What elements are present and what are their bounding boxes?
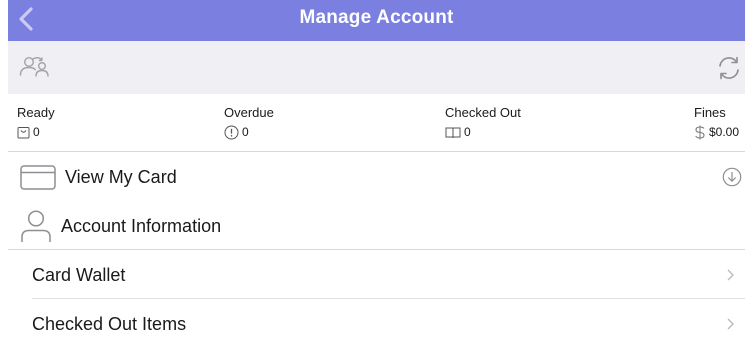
bag-icon — [17, 126, 30, 138]
account-information-row[interactable]: Account Information — [8, 201, 745, 250]
chevron-right-icon — [727, 269, 734, 281]
alert-circle-icon — [224, 125, 239, 139]
page-title: Manage Account — [299, 7, 454, 28]
checked-out-items-label: Checked Out Items — [32, 314, 187, 334]
account-toolbar — [8, 41, 745, 94]
stat-fines-value: $0.00 — [709, 125, 740, 139]
chevron-right-icon — [727, 318, 734, 330]
arrow-down-circle-icon[interactable] — [722, 167, 742, 187]
stat-ready-value: 0 — [33, 125, 40, 139]
stat-ready[interactable]: Ready 0 — [17, 105, 55, 140]
nav-header: Manage Account — [8, 0, 745, 41]
stat-ready-label: Ready — [17, 105, 55, 120]
stat-checked-out-label: Checked Out — [445, 105, 521, 120]
refresh-button[interactable] — [715, 54, 743, 82]
switch-accounts-icon — [19, 56, 49, 77]
dollar-icon — [695, 125, 705, 139]
switch-accounts-button[interactable] — [18, 55, 54, 81]
book-open-icon — [445, 127, 461, 138]
stat-overdue[interactable]: Overdue 0 — [224, 105, 274, 140]
stat-fines-label: Fines — [694, 105, 726, 120]
stat-overdue-label: Overdue — [224, 105, 274, 120]
checked-out-items-row[interactable]: Checked Out Items — [8, 299, 745, 344]
card-wallet-label: Card Wallet — [32, 265, 126, 285]
person-icon — [21, 210, 51, 242]
stat-fines[interactable]: Fines $0.00 — [694, 105, 739, 140]
view-my-card-row[interactable]: View My Card — [8, 153, 745, 201]
view-my-card-label: View My Card — [65, 167, 177, 187]
stat-overdue-value: 0 — [242, 125, 249, 139]
stat-checked-out-value: 0 — [464, 125, 471, 139]
account-information-label: Account Information — [61, 216, 222, 236]
refresh-icon — [719, 56, 739, 80]
card-icon — [20, 165, 56, 190]
stat-checked-out[interactable]: Checked Out 0 — [445, 105, 521, 140]
account-stats: Ready 0 Overdue 0 Checked Out 0 Fines $0… — [8, 94, 745, 152]
app-frame: Manage Account Ready 0 Overdue 0 Checked… — [8, 0, 745, 344]
card-wallet-row[interactable]: Card Wallet — [8, 250, 745, 299]
